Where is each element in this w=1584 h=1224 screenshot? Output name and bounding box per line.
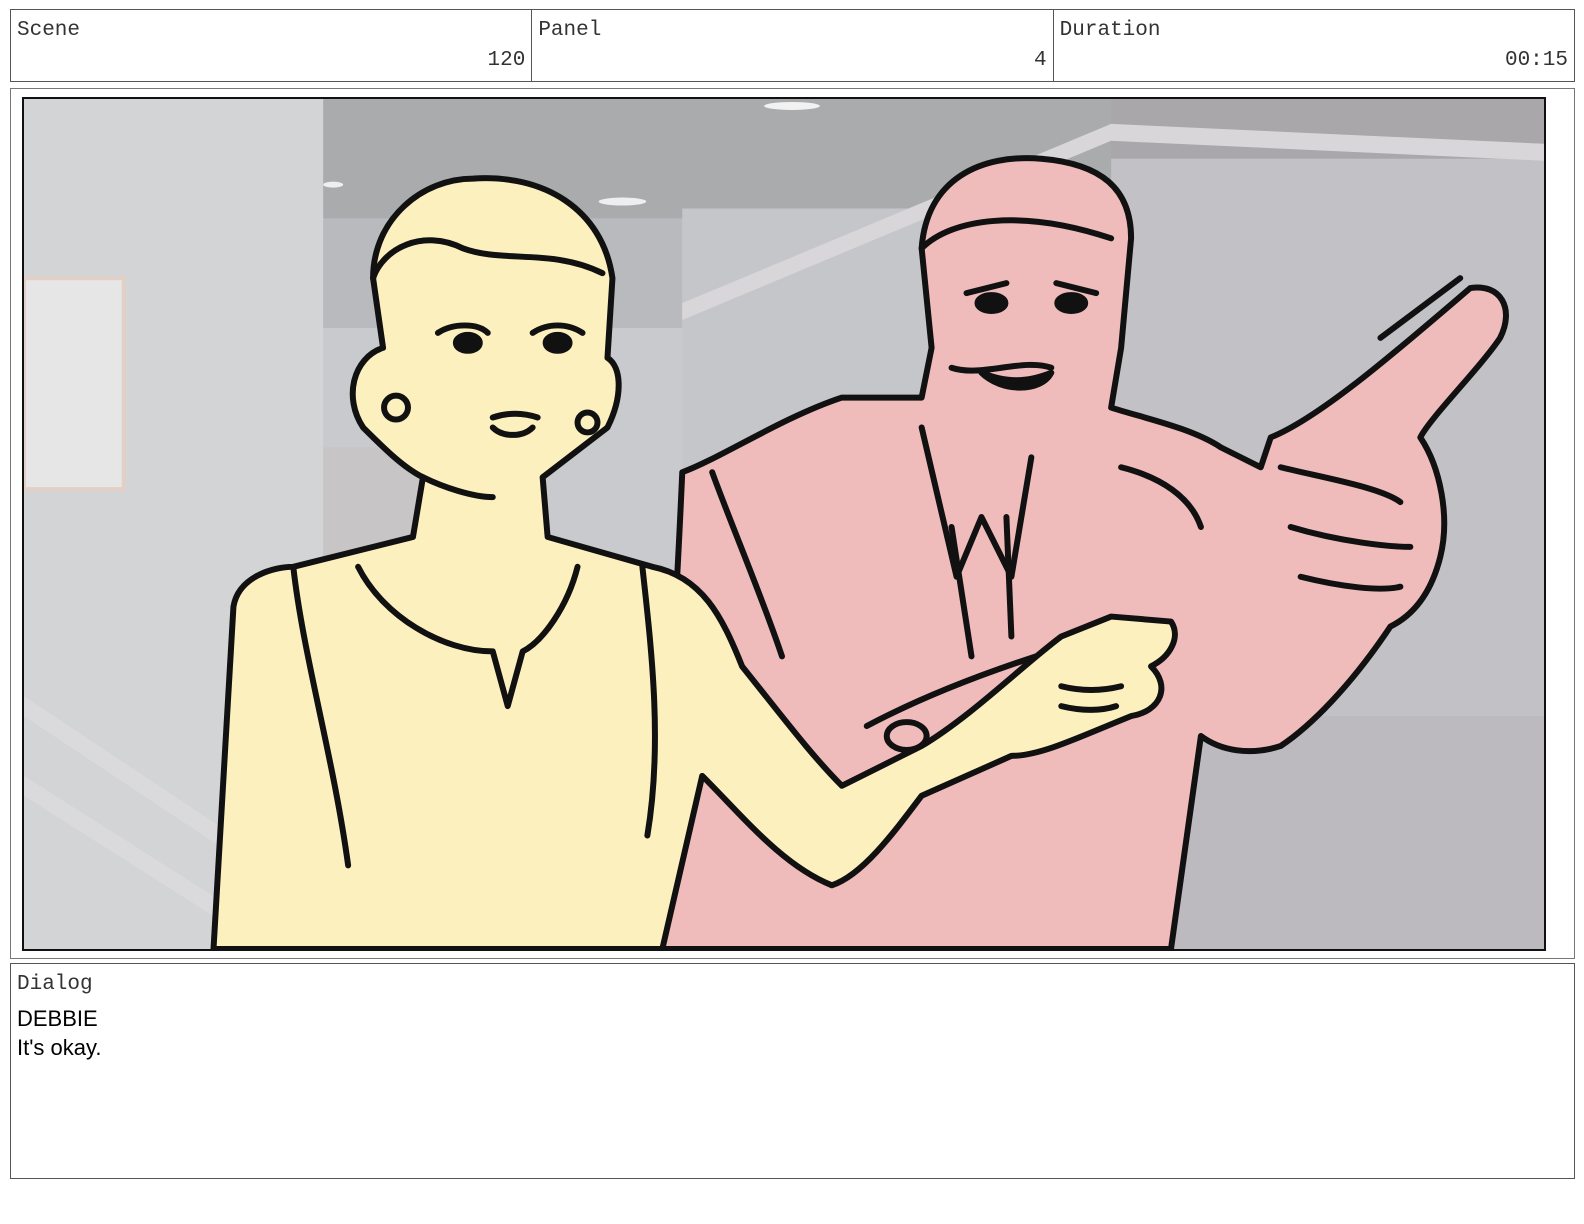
dialog-box: Dialog DEBBIE It's okay. xyxy=(10,963,1575,1179)
duration-label: Duration xyxy=(1059,19,1161,42)
dialog-character-name: DEBBIE xyxy=(17,1006,98,1031)
panel-header: Scene 120 Panel 4 Duration 00:15 xyxy=(10,9,1575,82)
dialog-line: It's okay. xyxy=(17,1035,102,1060)
panel-label: Panel xyxy=(538,19,602,42)
scene-field: Scene 120 xyxy=(11,10,533,81)
duration-field: Duration 00:15 xyxy=(1054,10,1574,81)
panel-field: Panel 4 xyxy=(532,10,1054,81)
scene-label: Scene xyxy=(17,19,81,42)
dialog-label: Dialog xyxy=(17,973,93,996)
duration-value[interactable]: 00:15 xyxy=(1505,49,1568,72)
panel-value[interactable]: 4 xyxy=(1034,49,1047,72)
scene-value[interactable]: 120 xyxy=(488,49,526,72)
panel-artwork[interactable] xyxy=(22,97,1546,951)
storyboard-drawing xyxy=(24,99,1544,949)
dialog-content[interactable]: DEBBIE It's okay. xyxy=(17,1004,102,1062)
storyboard-panel xyxy=(10,88,1575,959)
